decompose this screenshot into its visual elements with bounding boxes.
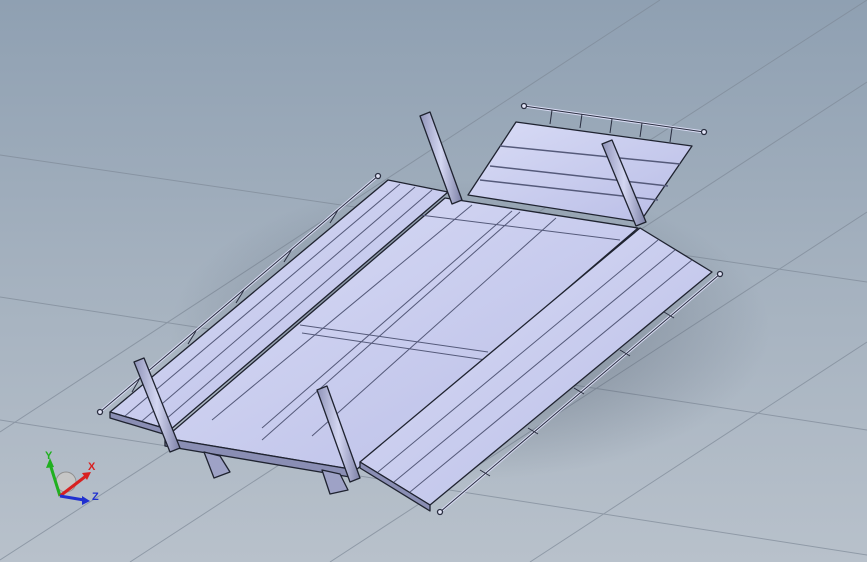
triad-y-label: Y — [45, 450, 53, 462]
truck-bed-model-view[interactable] — [0, 0, 867, 562]
z-axis-arrow — [59, 494, 85, 502]
triad-x-label: X — [88, 461, 96, 473]
orientation-triad[interactable]: Y X Z — [36, 448, 106, 518]
z-axis-arrowhead — [82, 496, 90, 505]
triad-z-label: Z — [92, 491, 99, 503]
cad-graphics-viewport[interactable]: Y X Z — [0, 0, 867, 562]
